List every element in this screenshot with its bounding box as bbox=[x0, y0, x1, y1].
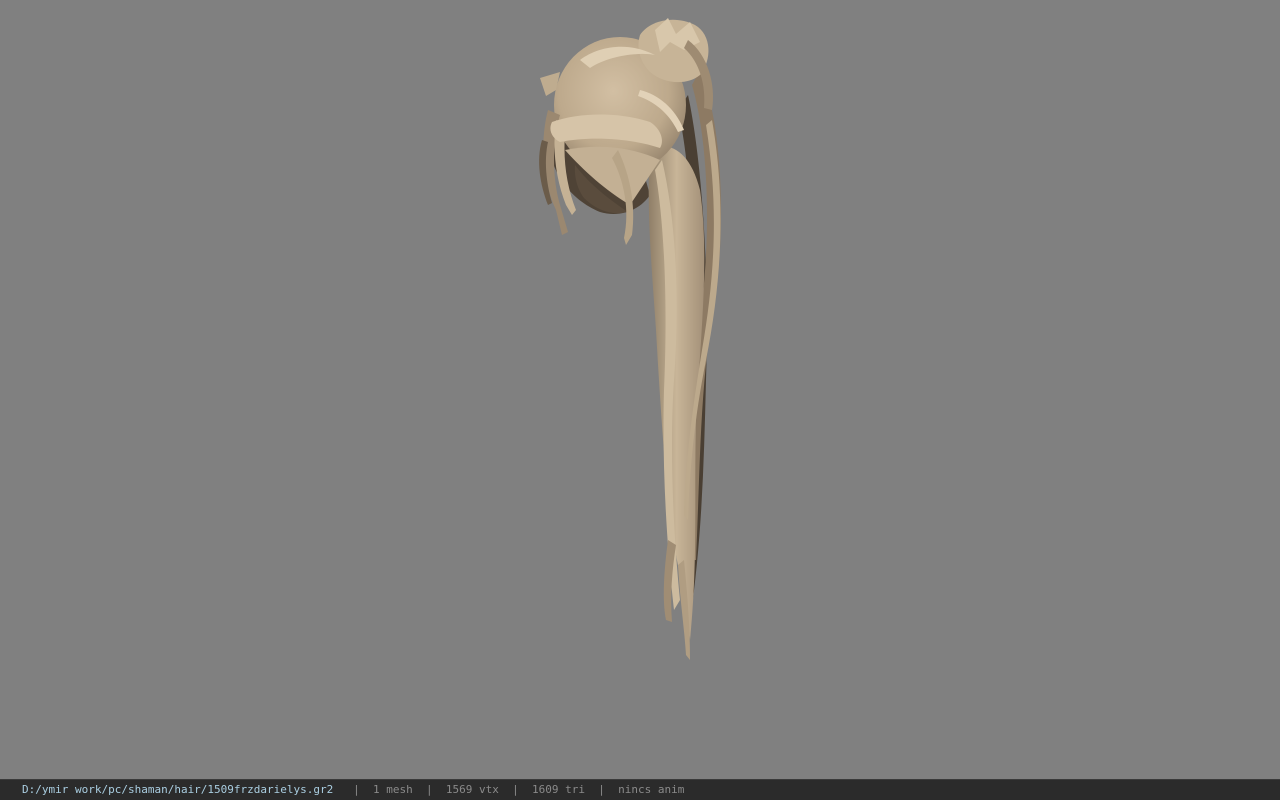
separator: | bbox=[426, 783, 433, 796]
vertex-count: 1569 vtx bbox=[445, 783, 499, 796]
file-path: D:/ymir work/pc/shaman/hair/1509frzdarie… bbox=[22, 783, 334, 796]
anim-status: nincs anim bbox=[618, 783, 685, 796]
3d-viewport[interactable] bbox=[0, 0, 1280, 779]
separator: | bbox=[353, 783, 360, 796]
mesh-count: 1 mesh bbox=[373, 783, 413, 796]
hair-model-render bbox=[539, 18, 722, 660]
triangle-count: 1609 tri bbox=[532, 783, 585, 796]
separator: | bbox=[512, 783, 519, 796]
separator: | bbox=[598, 783, 605, 796]
status-bar: D:/ymir work/pc/shaman/hair/1509frzdarie… bbox=[0, 779, 1280, 800]
